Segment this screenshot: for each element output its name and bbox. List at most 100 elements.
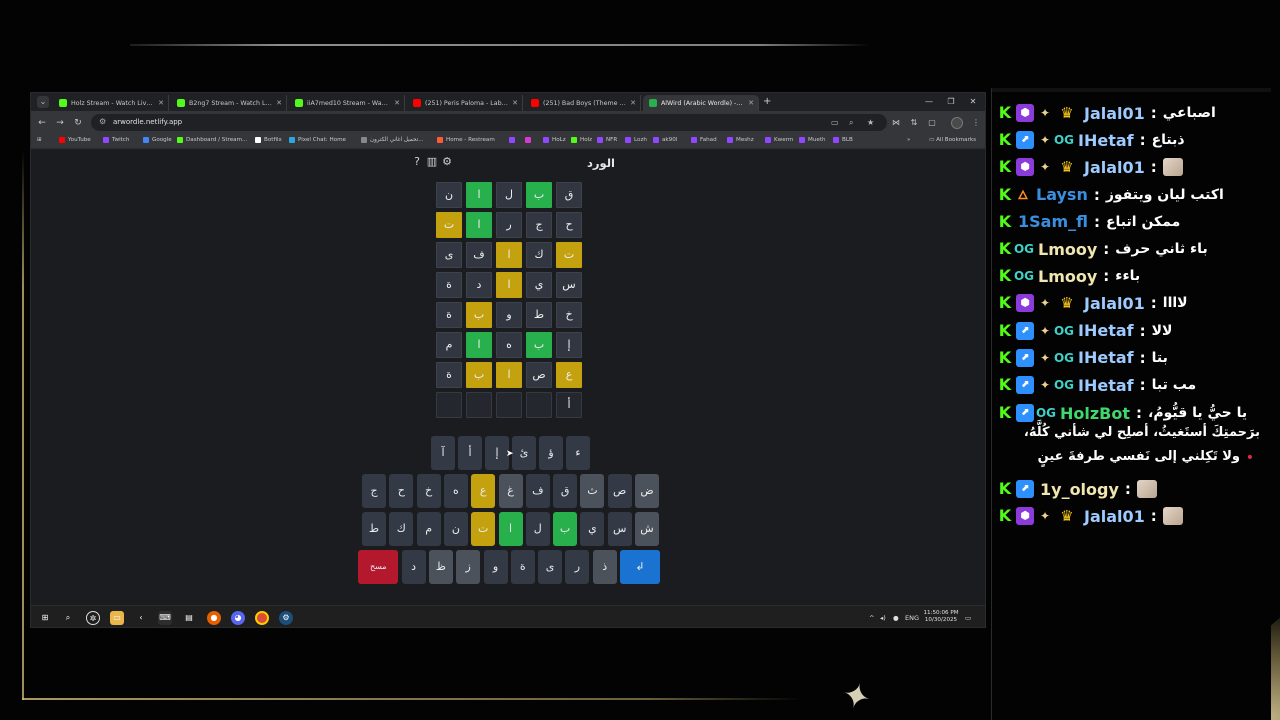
profile-avatar[interactable] xyxy=(951,117,963,129)
bookmark-star-icon[interactable]: ★ xyxy=(867,117,874,128)
bookmark-item[interactable]: NFR xyxy=(597,137,617,143)
keyboard-key[interactable]: ن xyxy=(443,512,468,546)
browser-tab[interactable]: (251) Bad Boys (Theme from Co ✕ xyxy=(525,95,641,111)
site-info-icon[interactable]: ⚙ xyxy=(99,117,109,127)
chat-username[interactable]: Lmooy xyxy=(1038,267,1097,286)
keyboard-key[interactable]: ب xyxy=(553,512,578,546)
chat-username[interactable]: Lmooy xyxy=(1038,240,1097,259)
calculator-icon[interactable]: ▤ xyxy=(182,611,196,625)
bookmark-item[interactable] xyxy=(525,137,531,143)
chat-username[interactable]: Jalal01 xyxy=(1084,158,1145,177)
steelseries-icon[interactable]: ✲ xyxy=(86,611,100,625)
browser-tab[interactable]: AlWird (Arabic Wordle) - الورد✕ xyxy=(643,95,759,111)
bookmark-item[interactable]: Meshz xyxy=(727,137,754,143)
stats-icon[interactable]: ▥ xyxy=(426,156,438,168)
tab-search-icon[interactable]: ⌄ xyxy=(37,96,49,108)
keyboard-key[interactable]: ه xyxy=(443,474,468,508)
reload-icon[interactable]: ↻ xyxy=(71,116,85,130)
bookmark-item[interactable]: Home - Restream xyxy=(437,137,495,143)
bookmark-item[interactable]: Pixel Chat: Home xyxy=(289,137,346,143)
keyboard-key[interactable]: ة xyxy=(510,550,535,584)
close-window-button[interactable]: ✕ xyxy=(963,95,983,109)
apps-grid-icon[interactable]: ⊞ xyxy=(37,137,42,143)
url-text[interactable]: arwordle.netlify.app xyxy=(113,117,182,128)
tab-close-icon[interactable]: ✕ xyxy=(158,99,164,107)
help-icon[interactable]: ? xyxy=(411,156,423,168)
settings-gear-icon[interactable]: ⚙ xyxy=(441,156,453,168)
tab-close-icon[interactable]: ✕ xyxy=(276,99,282,107)
chat-username[interactable]: HolzBot xyxy=(1060,404,1130,423)
chat-username[interactable]: Jalal01 xyxy=(1084,507,1145,526)
bookmark-item[interactable]: Google xyxy=(143,137,172,143)
windows-start-icon[interactable]: ⊞ xyxy=(38,611,52,625)
microphone-icon[interactable]: ● xyxy=(893,613,899,623)
keyboard-app-icon[interactable]: ⌨ xyxy=(158,611,172,625)
language-indicator[interactable]: ENG xyxy=(905,613,919,623)
search-icon[interactable]: ⌕ xyxy=(61,611,75,625)
chat-username[interactable]: 1Sam_fl xyxy=(1018,212,1088,231)
keyboard-key[interactable]: م xyxy=(416,512,441,546)
tab-close-icon[interactable]: ✕ xyxy=(748,99,754,107)
chat-username[interactable]: Jalal01 xyxy=(1084,104,1145,123)
browser-tab[interactable]: (251) Peris Paloma - Labour - Y ✕ xyxy=(407,95,523,111)
tab-close-icon[interactable]: ✕ xyxy=(394,99,400,107)
keyboard-key[interactable]: و xyxy=(483,550,508,584)
keyboard-key[interactable]: ء xyxy=(566,436,590,470)
keyboard-key[interactable]: أ xyxy=(458,436,482,470)
keyboard-key[interactable]: ث xyxy=(580,474,605,508)
keyboard-key[interactable]: خ xyxy=(416,474,441,508)
keyboard-key[interactable]: ز xyxy=(456,550,481,584)
tab-close-icon[interactable]: ✕ xyxy=(630,99,636,107)
discord-icon[interactable]: ◕ xyxy=(231,611,245,625)
chrome-icon[interactable] xyxy=(255,611,269,625)
bookmark-item[interactable]: ak90l xyxy=(653,137,677,143)
enter-key[interactable]: ↲ xyxy=(620,550,660,584)
tab-close-icon[interactable]: ✕ xyxy=(512,99,518,107)
app-icon[interactable]: ‹ xyxy=(134,611,148,625)
keyboard-key[interactable]: ك xyxy=(389,512,414,546)
keyboard-key[interactable]: ظ xyxy=(428,550,453,584)
bookmark-item[interactable]: Fahad xyxy=(691,137,717,143)
keyboard-key[interactable]: ت xyxy=(471,512,496,546)
keyboard-key[interactable]: ئ xyxy=(512,436,536,470)
bookmark-item[interactable]: HoLz xyxy=(543,137,566,143)
keyboard-key[interactable]: ش xyxy=(635,512,659,546)
bookmark-item[interactable]: Mueth xyxy=(799,137,826,143)
keyboard-key[interactable]: ذ xyxy=(592,550,617,584)
keyboard-key[interactable]: ي xyxy=(580,512,605,546)
keyboard-key[interactable]: ج xyxy=(362,474,386,508)
chat-username[interactable]: 1y_ology xyxy=(1040,480,1119,499)
keyboard-key[interactable]: س xyxy=(607,512,632,546)
keyboard-key[interactable]: ص xyxy=(607,474,632,508)
keyboard-key[interactable]: آ xyxy=(431,436,455,470)
keyboard-key[interactable]: د xyxy=(401,550,426,584)
forward-icon[interactable]: → xyxy=(53,116,67,130)
bookmark-item[interactable]: Holz xyxy=(571,137,592,143)
minimize-button[interactable]: — xyxy=(919,95,939,109)
keyboard-key[interactable]: ض xyxy=(635,474,659,508)
zoom-icon[interactable]: ⌕ xyxy=(849,117,853,128)
browser-tab[interactable]: iiA7med10 Stream - Watch Liv✕ xyxy=(289,95,405,111)
keyboard-key[interactable]: ع xyxy=(471,474,496,508)
bookmarks-overflow-icon[interactable]: » xyxy=(907,137,910,143)
install-icon[interactable]: ▭ xyxy=(831,117,839,128)
maximize-button[interactable]: ❐ xyxy=(941,95,961,109)
keyboard-key[interactable]: ق xyxy=(553,474,578,508)
keyboard-key[interactable]: ى xyxy=(538,550,563,584)
menu-kebab-icon[interactable]: ⋮ xyxy=(969,116,983,130)
chat-username[interactable]: IHetaf xyxy=(1078,348,1134,367)
keyboard-key[interactable]: ح xyxy=(389,474,414,508)
notifications-icon[interactable]: ▭ xyxy=(965,613,971,623)
volume-icon[interactable]: ◂) xyxy=(880,613,886,623)
keyboard-key[interactable]: ل xyxy=(525,512,550,546)
keyboard-key[interactable]: ف xyxy=(525,474,550,508)
keyboard-key[interactable]: ؤ xyxy=(539,436,563,470)
chat-username[interactable]: IHetaf xyxy=(1078,131,1134,150)
address-bar[interactable]: ⚙ arwordle.netlify.app ▭ ⌕ ★ xyxy=(91,114,887,131)
delete-key[interactable]: مسح xyxy=(358,550,399,584)
firefox-icon[interactable]: ● xyxy=(207,611,221,625)
chat-username[interactable]: IHetaf xyxy=(1078,376,1134,395)
new-tab-button[interactable]: + xyxy=(763,96,771,108)
bookmark-item[interactable]: Dashboard / Stream... xyxy=(177,137,247,143)
keyboard-key[interactable]: ر xyxy=(565,550,590,584)
